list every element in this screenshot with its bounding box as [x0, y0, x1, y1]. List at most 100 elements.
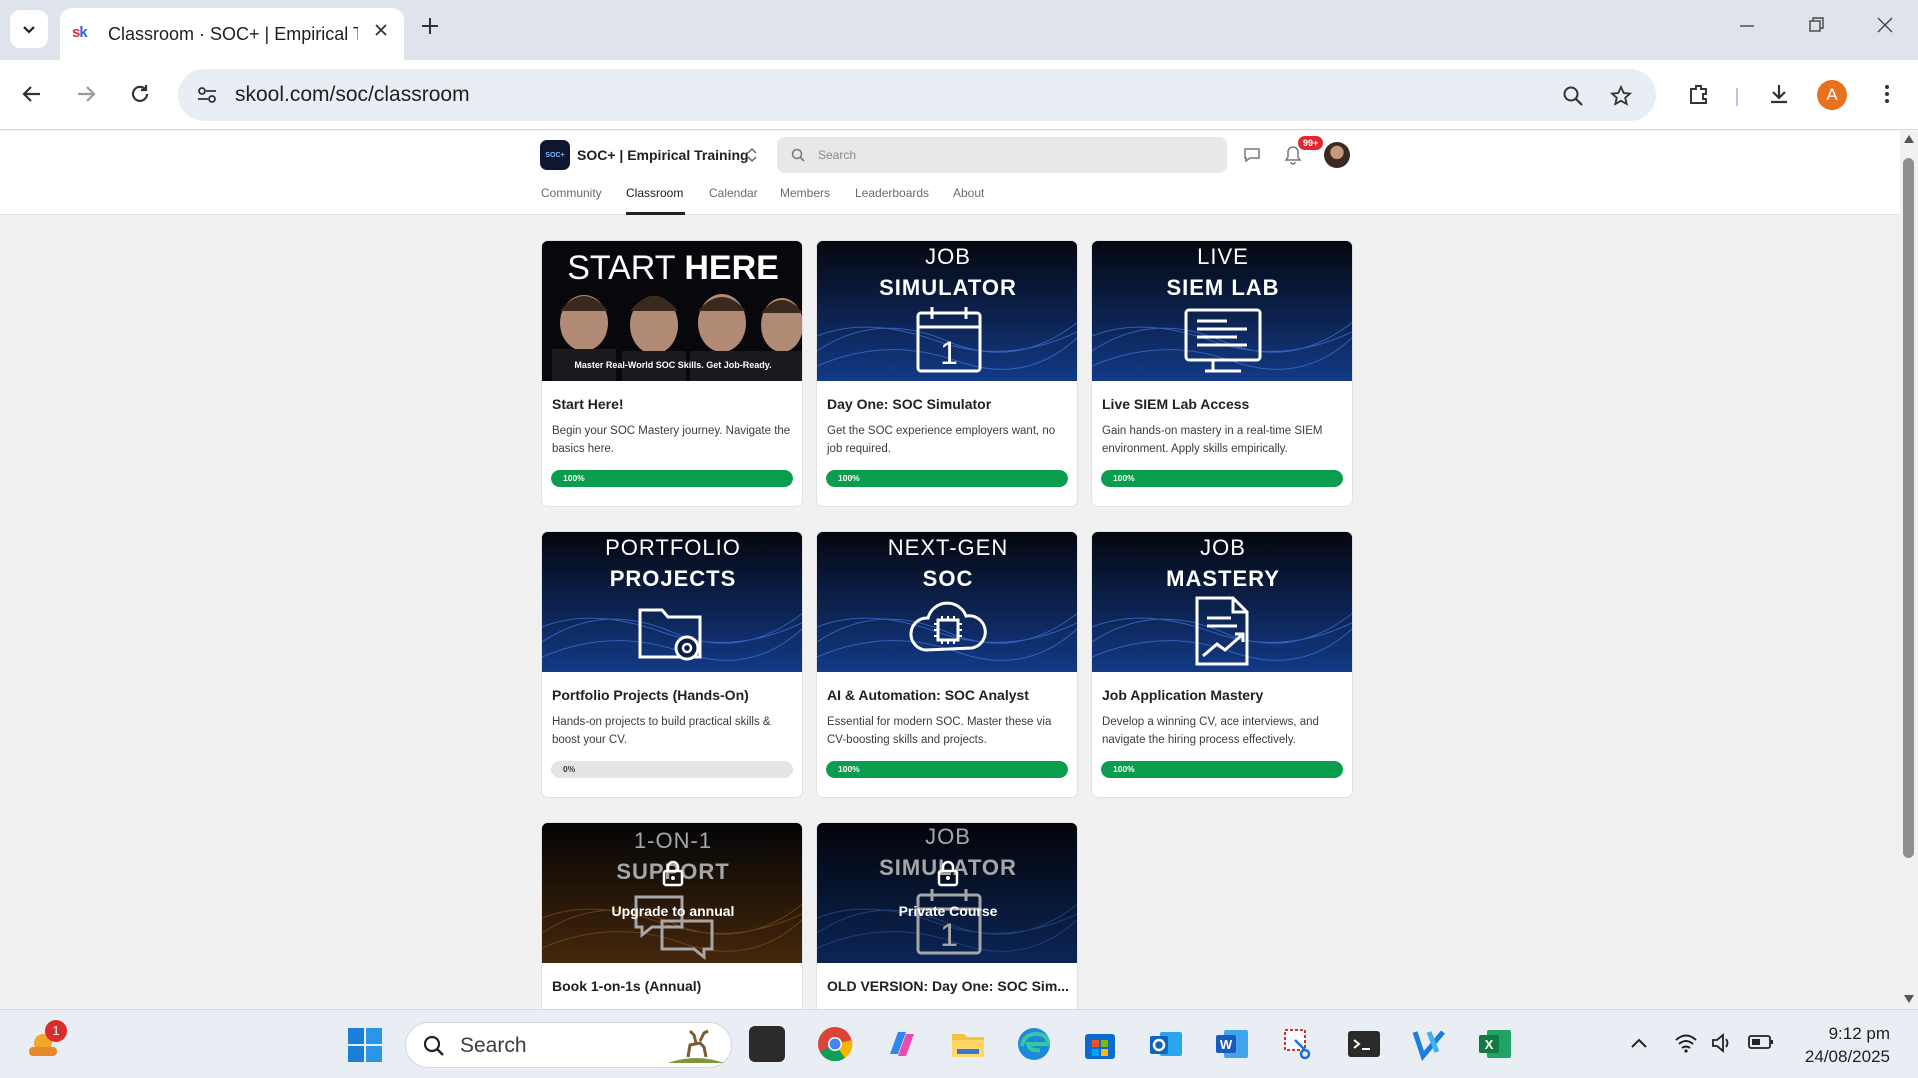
- locked-overlay: [542, 823, 802, 963]
- tab-about[interactable]: About: [953, 186, 984, 200]
- profile-avatar[interactable]: A: [1817, 80, 1847, 110]
- site-search-input[interactable]: Search: [777, 137, 1227, 173]
- progress-label: 100%: [838, 764, 860, 774]
- scroll-up-arrow-icon[interactable]: [1904, 135, 1914, 143]
- course-card-locked[interactable]: JOB SIMULATOR 1 Private Course OLD VERSI…: [816, 822, 1078, 1009]
- thumb-line2: SIMULATOR: [879, 275, 1017, 300]
- chat-icon[interactable]: [1243, 146, 1261, 164]
- logo-text: SOC+: [545, 151, 565, 159]
- close-icon[interactable]: [374, 23, 388, 37]
- thumb-line2: SOC: [922, 566, 974, 591]
- search-icon: [791, 148, 805, 162]
- forward-arrow-icon[interactable]: [74, 82, 98, 106]
- scrollbar-thumb[interactable]: [1903, 158, 1914, 858]
- reload-icon[interactable]: [128, 82, 152, 106]
- weather-badge: 1: [45, 1020, 67, 1042]
- zoom-icon[interactable]: [1562, 85, 1584, 107]
- group-logo[interactable]: SOC+: [540, 140, 570, 170]
- course-title: Portfolio Projects (Hands-On): [552, 687, 749, 703]
- course-thumbnail: PORTFOLIO PROJECTS: [542, 532, 802, 672]
- tab-search-button[interactable]: [10, 10, 48, 48]
- thumb-line1: JOB: [925, 244, 971, 269]
- edge-icon[interactable]: [1016, 1026, 1052, 1062]
- course-description: Develop a winning CV, ace interviews, an…: [1102, 716, 1319, 746]
- progress-label: 100%: [838, 473, 860, 483]
- course-description: Essential for modern SOC. Master these v…: [827, 716, 1052, 746]
- course-card[interactable]: JOB MASTERY Job Application Mastery Deve…: [1091, 531, 1353, 798]
- window-close-icon[interactable]: [1876, 16, 1894, 34]
- page-content: SOC+ SOC+ | Empirical Training Search 99…: [0, 131, 1900, 1009]
- lock-icon: [937, 860, 959, 887]
- back-arrow-icon[interactable]: [20, 82, 44, 106]
- visual-studio-icon[interactable]: [1411, 1026, 1447, 1062]
- browser-tab-active[interactable]: sk Classroom · SOC+ | Empirical Tr: [60, 8, 404, 60]
- course-title: Job Application Mastery: [1102, 687, 1264, 703]
- course-card[interactable]: START HERE Master Real-World SOC Skills.…: [541, 240, 803, 507]
- progress-label: 0%: [563, 764, 576, 774]
- microsoft-store-icon[interactable]: [1082, 1026, 1118, 1062]
- course-card[interactable]: PORTFOLIO PROJECTS Portfolio Projects (H…: [541, 531, 803, 798]
- wifi-icon[interactable]: [1674, 1032, 1698, 1054]
- tab-members[interactable]: Members: [780, 186, 830, 200]
- volume-icon[interactable]: [1710, 1032, 1734, 1054]
- progress-fill: [826, 470, 1068, 487]
- course-description: Hands-on projects to build practical ski…: [552, 716, 771, 746]
- course-card[interactable]: NEXT-GEN SOC AI & Automation: SOC Analys…: [816, 531, 1078, 798]
- system-clock[interactable]: 9:12 pm 24/08/2025: [1805, 1022, 1890, 1068]
- progress-bar: 100%: [1101, 470, 1343, 487]
- progress-label: 100%: [1113, 473, 1135, 483]
- course-title: Day One: SOC Simulator: [827, 396, 992, 412]
- bookmark-star-icon[interactable]: [1610, 85, 1632, 107]
- user-avatar[interactable]: [1324, 142, 1350, 168]
- word-icon[interactable]: W: [1214, 1026, 1250, 1062]
- tab-calendar[interactable]: Calendar: [709, 186, 758, 200]
- group-switcher-icon[interactable]: [745, 145, 759, 165]
- course-card[interactable]: LIVE SIEM LAB Live SIEM Lab Access Gain …: [1091, 240, 1353, 507]
- course-title: AI & Automation: SOC Analyst: [827, 687, 1029, 703]
- browser-toolbar: skool.com/soc/classroom A: [0, 60, 1918, 130]
- url-text: skool.com/soc/classroom: [235, 83, 470, 106]
- tab-community[interactable]: Community: [541, 186, 602, 200]
- tab-leaderboards[interactable]: Leaderboards: [855, 186, 929, 200]
- new-tab-icon[interactable]: [420, 16, 440, 36]
- chevron-down-icon: [23, 26, 35, 34]
- course-title: Start Here!: [552, 396, 624, 412]
- course-thumbnail: JOB SIMULATOR 1: [817, 241, 1077, 381]
- outlook-icon[interactable]: [1148, 1026, 1184, 1062]
- course-description: Get the SOC experience employers want, n…: [827, 425, 1056, 455]
- restore-icon[interactable]: [1807, 16, 1825, 34]
- address-bar[interactable]: skool.com/soc/classroom: [178, 69, 1656, 121]
- locked-label: Upgrade to annual: [611, 903, 735, 919]
- battery-icon[interactable]: [1748, 1034, 1774, 1050]
- minimize-icon[interactable]: [1738, 16, 1756, 34]
- snipping-tool-icon[interactable]: [1281, 1026, 1317, 1062]
- thumb-line2: SIEM LAB: [1166, 275, 1280, 300]
- progress-label: 100%: [563, 473, 585, 483]
- extensions-icon[interactable]: [1687, 82, 1711, 106]
- progress-label: 100%: [1113, 764, 1135, 774]
- excel-icon[interactable]: X: [1477, 1026, 1513, 1062]
- tab-classroom[interactable]: Classroom: [626, 186, 683, 200]
- copilot-icon[interactable]: [884, 1026, 920, 1062]
- scroll-down-arrow-icon[interactable]: [1904, 995, 1914, 1003]
- site-settings-icon[interactable]: [196, 84, 218, 106]
- active-tab-underline: [626, 212, 685, 215]
- group-name[interactable]: SOC+ | Empirical Training: [577, 147, 749, 163]
- course-thumbnail: 1-ON-1 SUPPORT Upgrade to annual: [542, 823, 802, 963]
- course-card-locked[interactable]: 1-ON-1 SUPPORT Upgrade to annual Book 1-…: [541, 822, 803, 1009]
- chrome-icon[interactable]: [817, 1026, 853, 1062]
- course-thumbnail: JOB SIMULATOR 1 Private Course: [817, 823, 1077, 963]
- windows-start-icon[interactable]: [347, 1027, 383, 1063]
- kebab-menu-icon[interactable]: [1875, 82, 1899, 106]
- chevron-up-icon[interactable]: [1630, 1036, 1648, 1050]
- terminal-icon[interactable]: [1346, 1026, 1382, 1062]
- site-header: SOC+ SOC+ | Empirical Training Search 99…: [0, 131, 1900, 215]
- thumb-line1: NEXT-GEN: [887, 535, 1009, 560]
- course-card[interactable]: JOB SIMULATOR 1 Day One: SOC Simulator G…: [816, 240, 1078, 507]
- file-explorer-icon[interactable]: [950, 1026, 986, 1062]
- task-view-icon[interactable]: [749, 1026, 785, 1062]
- document-chart-icon: [1195, 596, 1249, 666]
- progress-bar: 0%: [551, 761, 793, 778]
- taskbar-search-input[interactable]: Search: [405, 1022, 732, 1068]
- downloads-icon[interactable]: [1767, 82, 1791, 106]
